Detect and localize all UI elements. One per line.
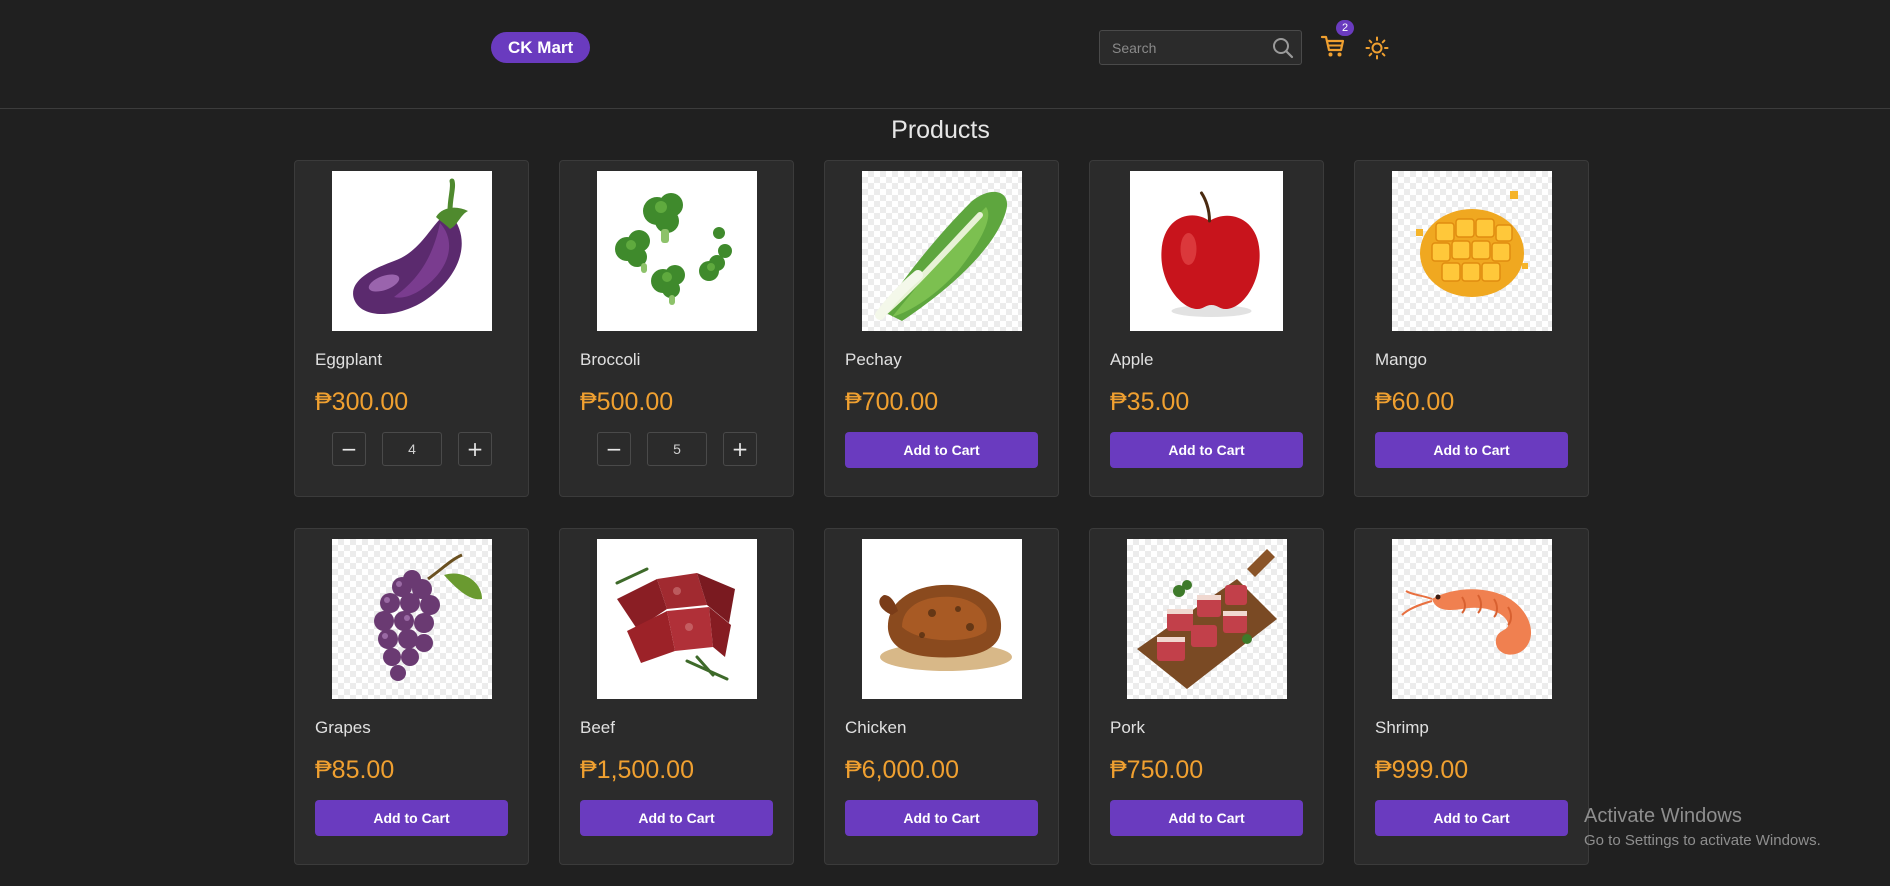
product-price: ₱300.00: [315, 388, 409, 416]
product-price: ₱60.00: [1375, 388, 1455, 416]
product-name: Chicken: [845, 718, 907, 737]
product-price: ₱500.00: [580, 388, 674, 416]
product-card-eggplant: Eggplant ₱300.00 − +: [294, 160, 529, 497]
product-image: [332, 171, 492, 331]
product-image: [862, 171, 1022, 331]
beef-image: [615, 567, 735, 681]
activate-windows-watermark: Activate Windows Go to Settings to activ…: [1584, 805, 1821, 849]
grapes-image: [374, 553, 482, 681]
product-name: Broccoli: [580, 350, 641, 369]
product-name: Pechay: [845, 350, 902, 369]
broccoli-image: [615, 193, 732, 305]
page-title: Products: [891, 116, 990, 144]
pork-image: [1137, 549, 1277, 689]
cart-icon[interactable]: [1320, 33, 1346, 59]
search-input[interactable]: [1100, 31, 1265, 64]
product-card-grapes: Grapes ₱85.00 Add to Cart: [294, 528, 529, 865]
shrimp-image: [1401, 589, 1532, 655]
product-card-shrimp: Shrimp ₱999.00 Add to Cart: [1354, 528, 1589, 865]
watermark-subtitle: Go to Settings to activate Windows.: [1584, 832, 1821, 849]
product-price: ₱700.00: [845, 388, 939, 416]
brand-logo[interactable]: CK Mart: [491, 32, 591, 63]
pechay-image: [875, 191, 1008, 321]
product-image: [862, 539, 1022, 699]
sun-icon[interactable]: [1365, 36, 1389, 60]
add-to-cart-button[interactable]: Add to Cart: [315, 800, 508, 836]
product-card-beef: Beef ₱1,500.00 Add to Cart: [559, 528, 794, 865]
product-name: Eggplant: [315, 350, 383, 369]
product-image: [1392, 539, 1552, 699]
cart-count-badge: 2: [1336, 20, 1354, 36]
product-price: ₱6,000.00: [845, 756, 959, 784]
product-price: ₱750.00: [1110, 756, 1204, 784]
mango-image: [1416, 191, 1528, 297]
search-icon[interactable]: [1271, 36, 1295, 60]
product-price: ₱85.00: [315, 756, 395, 784]
quantity-input[interactable]: [647, 432, 707, 466]
product-image: [1127, 539, 1287, 699]
top-header: CK Mart 2: [0, 0, 1890, 109]
product-price: ₱35.00: [1110, 388, 1190, 416]
search-box[interactable]: [1099, 30, 1302, 65]
product-card-pork: Pork ₱750.00 Add to Cart: [1089, 528, 1324, 865]
add-to-cart-button[interactable]: Add to Cart: [1110, 800, 1303, 836]
increase-quantity-button[interactable]: +: [458, 432, 492, 466]
watermark-title: Activate Windows: [1584, 805, 1742, 827]
product-name: Apple: [1110, 350, 1154, 369]
quantity-stepper: − +: [597, 432, 757, 468]
product-image: [332, 539, 492, 699]
product-image: [1392, 171, 1552, 331]
product-name: Mango: [1375, 350, 1427, 369]
chicken-image: [879, 584, 1012, 671]
add-to-cart-button[interactable]: Add to Cart: [580, 800, 773, 836]
product-card-broccoli: Broccoli ₱500.00 − +: [559, 160, 794, 497]
product-price: ₱1,500.00: [580, 756, 694, 784]
product-card-pechay: Pechay ₱700.00 Add to Cart: [824, 160, 1059, 497]
product-name: Pork: [1110, 718, 1145, 737]
add-to-cart-button[interactable]: Add to Cart: [1110, 432, 1303, 468]
product-image: [1130, 171, 1283, 331]
add-to-cart-button[interactable]: Add to Cart: [1375, 432, 1568, 468]
add-to-cart-button[interactable]: Add to Cart: [845, 432, 1038, 468]
quantity-stepper: − +: [332, 432, 492, 468]
increase-quantity-button[interactable]: +: [723, 432, 757, 466]
product-card-apple: Apple ₱35.00 Add to Cart: [1089, 160, 1324, 497]
product-card-chicken: Chicken ₱6,000.00 Add to Cart: [824, 528, 1059, 865]
product-name: Grapes: [315, 718, 371, 737]
product-name: Beef: [580, 718, 615, 737]
decrease-quantity-button[interactable]: −: [597, 432, 631, 466]
product-image: [597, 539, 757, 699]
product-price: ₱999.00: [1375, 756, 1469, 784]
apple-image: [1161, 191, 1260, 317]
add-to-cart-button[interactable]: Add to Cart: [1375, 800, 1568, 836]
quantity-input[interactable]: [382, 432, 442, 466]
product-card-mango: Mango ₱60.00 Add to Cart: [1354, 160, 1589, 497]
eggplant-image: [353, 178, 468, 315]
decrease-quantity-button[interactable]: −: [332, 432, 366, 466]
add-to-cart-button[interactable]: Add to Cart: [845, 800, 1038, 836]
product-name: Shrimp: [1375, 718, 1429, 737]
product-image: [597, 171, 757, 331]
